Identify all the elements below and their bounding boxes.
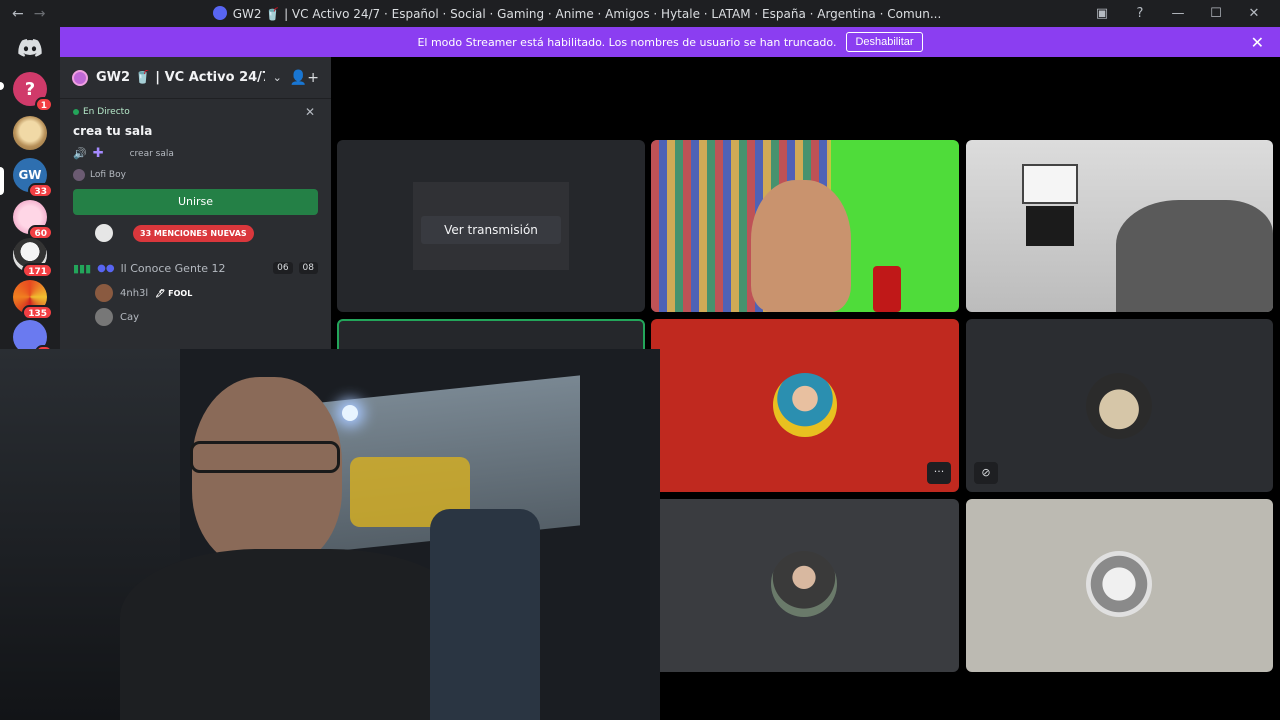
user-count: 06 <box>273 262 293 274</box>
chevron-down-icon[interactable]: ⌄ <box>273 71 282 84</box>
invite-people-icon[interactable]: 👤+ <box>290 70 319 86</box>
glasses <box>190 441 340 473</box>
discord-home-icon[interactable] <box>18 39 42 57</box>
new-mentions-badge[interactable]: 33 MENCIONES NUEVAS <box>133 225 254 242</box>
back-icon[interactable]: ← <box>12 6 24 22</box>
selected-pill <box>0 167 4 195</box>
streamer-webcam-overlay <box>0 349 660 720</box>
cat-server-icon <box>13 116 47 150</box>
server-badge: 33 <box>28 183 53 198</box>
voice-channel[interactable]: ▮▮▮ ●● ll Conoce Gente 12 06 08 <box>73 255 318 281</box>
discord-server-icon <box>212 6 227 20</box>
server-badge: 1 <box>34 97 53 112</box>
stage-name: crea tu sala <box>73 124 153 138</box>
microphone-icon <box>873 266 901 312</box>
banner-text: El modo Streamer está habilitado. Los no… <box>417 35 837 49</box>
participant-video <box>1116 200 1273 312</box>
voice-activity-icon: ▮▮▮ <box>73 261 92 275</box>
channel-sidebar: GW2 🥤 | VC Activo 24/7 · ... ⌄ 👤+ En Dir… <box>60 57 331 350</box>
server-icon-5[interactable]: 171 <box>13 238 53 278</box>
user-limit: 08 <box>298 262 318 274</box>
avatar <box>73 169 85 181</box>
streamer-shirt <box>120 549 470 720</box>
server-icon-1[interactable]: ? 1 <box>13 72 53 112</box>
close-icon[interactable]: ✕ <box>305 105 315 119</box>
chair <box>430 509 540 720</box>
plus-icon: ✚ <box>92 146 104 161</box>
group-icon: ●● <box>97 262 115 274</box>
avatar <box>771 551 837 617</box>
camera-off-icon: ⊘ <box>974 462 998 484</box>
avatar <box>773 373 837 437</box>
avatar-tile-participant-3[interactable]: ··· <box>651 319 959 492</box>
live-dot-icon <box>73 109 79 115</box>
nav-buttons: ← → <box>0 6 60 22</box>
avatar-tile-participant-5[interactable] <box>651 499 959 672</box>
stage-topic-row: 🔊 ✚ crear sala <box>73 146 318 161</box>
avatar <box>95 224 113 242</box>
server-icon-6[interactable]: 135 <box>13 280 53 320</box>
server-badge: 171 <box>22 263 53 278</box>
speaker-icon: 🔊 <box>73 147 87 160</box>
avatar <box>95 308 113 326</box>
voice-channel-list: 33 MENCIONES NUEVAS ▮▮▮ ●● ll Conoce Gen… <box>60 221 331 329</box>
voice-channel-name: ll Conoce Gente 12 <box>120 261 226 275</box>
guild-name: GW2 🥤 | VC Activo 24/7 · ... <box>96 70 265 85</box>
device-box <box>1026 206 1074 246</box>
unread-pill <box>0 82 4 90</box>
video-tile-participant-1[interactable] <box>651 140 959 312</box>
avatar <box>1086 373 1152 439</box>
video-tile-participant-2[interactable] <box>966 140 1273 312</box>
minimize-button[interactable]: — <box>1170 6 1186 21</box>
wall-picture <box>1022 164 1078 204</box>
stream-tile[interactable]: Ver transmisión <box>337 140 645 312</box>
more-options-icon[interactable]: ··· <box>927 462 951 484</box>
inbox-icon[interactable]: ▣ <box>1094 6 1110 21</box>
watch-stream-button[interactable]: Ver transmisión <box>421 216 561 244</box>
server-badge: 135 <box>22 305 53 320</box>
live-stage-card: En Directo ✕ crea tu sala 🔊 ✚ crear sala… <box>60 99 331 215</box>
stage-speaker: Lofi Boy <box>73 169 318 181</box>
server-icon-4[interactable]: 60 <box>13 200 53 240</box>
window-title: GW2 🥤 | VC Activo 24/7 · Español · Socia… <box>60 6 1094 21</box>
close-window-button[interactable]: ✕ <box>1246 6 1262 21</box>
guild-icon <box>72 69 88 86</box>
voice-user[interactable]: 4nh3l 🖊 FOOL <box>73 281 318 305</box>
avatar <box>95 284 113 302</box>
avatar-tile-participant-6[interactable] <box>966 499 1273 672</box>
live-status: En Directo <box>73 107 318 117</box>
server-icon-3[interactable]: GW 33 <box>13 158 53 198</box>
streamer-mode-banner: El modo Streamer está habilitado. Los no… <box>60 27 1280 57</box>
forward-icon[interactable]: → <box>34 6 46 22</box>
help-icon[interactable]: ? <box>1132 6 1148 21</box>
window-controls: ▣ ? — ☐ ✕ <box>1094 6 1280 21</box>
window-titlebar: ← → GW2 🥤 | VC Activo 24/7 · Español · S… <box>0 0 1280 27</box>
ceiling-light <box>342 405 358 421</box>
voice-user[interactable]: Cay <box>73 305 318 329</box>
disable-streamer-mode-button[interactable]: Deshabilitar <box>846 32 923 52</box>
guild-header[interactable]: GW2 🥤 | VC Activo 24/7 · ... ⌄ 👤+ <box>60 57 331 99</box>
avatar-tile-participant-4[interactable]: ⊘ <box>966 319 1273 492</box>
maximize-button[interactable]: ☐ <box>1208 6 1224 21</box>
server-icon-2[interactable] <box>13 116 47 150</box>
join-button[interactable]: Unirse <box>73 189 318 215</box>
role-tag: 🖊 FOOL <box>155 288 193 298</box>
avatar <box>1086 551 1152 617</box>
stage-topic: crear sala <box>129 148 174 159</box>
close-icon[interactable]: ✕ <box>1251 33 1264 52</box>
participant-video <box>751 180 851 312</box>
